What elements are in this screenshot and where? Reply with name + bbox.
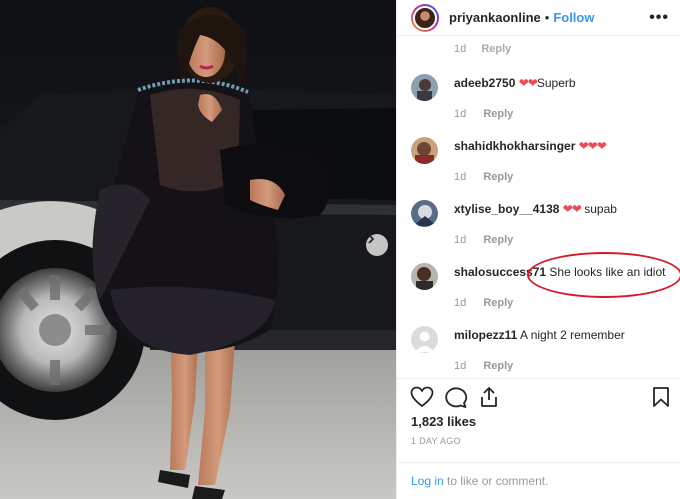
- reply-button[interactable]: Reply: [481, 43, 511, 55]
- author-username[interactable]: priyankaonline: [449, 10, 541, 25]
- comment-text: A night 2 remember: [520, 328, 625, 342]
- comment-text: supab: [584, 202, 617, 216]
- comment-text: She looks like an idiot: [549, 265, 666, 279]
- heart-emoji: ❤❤: [562, 202, 582, 216]
- heart-icon[interactable]: [410, 386, 434, 408]
- login-link[interactable]: Log in: [411, 474, 444, 488]
- comment-item: shalosuccess71 She looks like an idiot 1…: [411, 263, 677, 315]
- partial-comment-meta: 1d Reply: [454, 43, 511, 55]
- commenter-avatar[interactable]: [411, 74, 438, 101]
- post-side-panel: priyankaonline • Follow ••• 1d Reply ade…: [396, 0, 680, 499]
- chevron-right-icon: [368, 234, 375, 244]
- reply-button[interactable]: Reply: [483, 234, 513, 246]
- author-avatar[interactable]: [411, 3, 439, 32]
- commenter-avatar[interactable]: [411, 200, 438, 227]
- reply-button[interactable]: Reply: [483, 108, 513, 120]
- reply-button[interactable]: Reply: [483, 297, 513, 309]
- comment-username[interactable]: adeeb2750: [454, 76, 515, 90]
- comment-text: Superb: [536, 76, 576, 90]
- share-icon[interactable]: [478, 386, 500, 408]
- post-actions: [397, 378, 680, 410]
- post-time: 1 DAY AGO: [411, 436, 461, 446]
- comment-username[interactable]: milopezz11: [454, 328, 517, 342]
- photo-illustration: [0, 0, 396, 499]
- post-photo[interactable]: [0, 0, 396, 499]
- post-header: priyankaonline • Follow •••: [397, 0, 680, 36]
- reply-button[interactable]: Reply: [483, 171, 513, 183]
- heart-emoji: ❤❤❤: [578, 139, 607, 153]
- more-options-icon[interactable]: •••: [649, 9, 669, 27]
- comment-username[interactable]: shalosuccess71: [454, 265, 546, 279]
- follow-button[interactable]: Follow: [553, 10, 594, 25]
- login-prompt: Log in to like or comment.: [397, 462, 680, 499]
- comment-time: 1d: [454, 108, 467, 120]
- comment-item: milopezz11 A night 2 remember 1d Reply: [411, 326, 677, 378]
- commenter-avatar[interactable]: [411, 326, 438, 353]
- comment-time: 1d: [454, 297, 467, 309]
- comment-username[interactable]: xtylise_boy__4138: [454, 202, 559, 216]
- comment-icon[interactable]: [444, 386, 468, 408]
- comment-item: xtylise_boy__4138 ❤❤ supab 1d Reply: [411, 200, 677, 252]
- commenter-avatar[interactable]: [411, 263, 438, 290]
- login-prompt-text: to like or comment.: [443, 474, 549, 488]
- heart-emoji: ❤❤: [518, 76, 538, 90]
- comment-item: shahidkhokharsinger ❤❤❤ 1d Reply: [411, 137, 677, 189]
- carousel-next-button[interactable]: [366, 234, 388, 256]
- likes-count[interactable]: 1,823 likes: [411, 414, 476, 429]
- commenter-avatar[interactable]: [411, 137, 438, 164]
- comment-time: 1d: [454, 234, 467, 246]
- comment-item: adeeb2750 ❤❤Superb 1d Reply: [411, 74, 677, 126]
- comments-list[interactable]: 1d Reply adeeb2750 ❤❤Superb 1d Reply sha…: [397, 36, 680, 378]
- comment-username[interactable]: shahidkhokharsinger: [454, 139, 575, 153]
- comment-time: 1d: [454, 43, 467, 55]
- comment-time: 1d: [454, 360, 467, 372]
- comment-time: 1d: [454, 171, 467, 183]
- reply-button[interactable]: Reply: [483, 360, 513, 372]
- bookmark-icon[interactable]: [652, 386, 670, 408]
- header-separator: •: [544, 10, 550, 25]
